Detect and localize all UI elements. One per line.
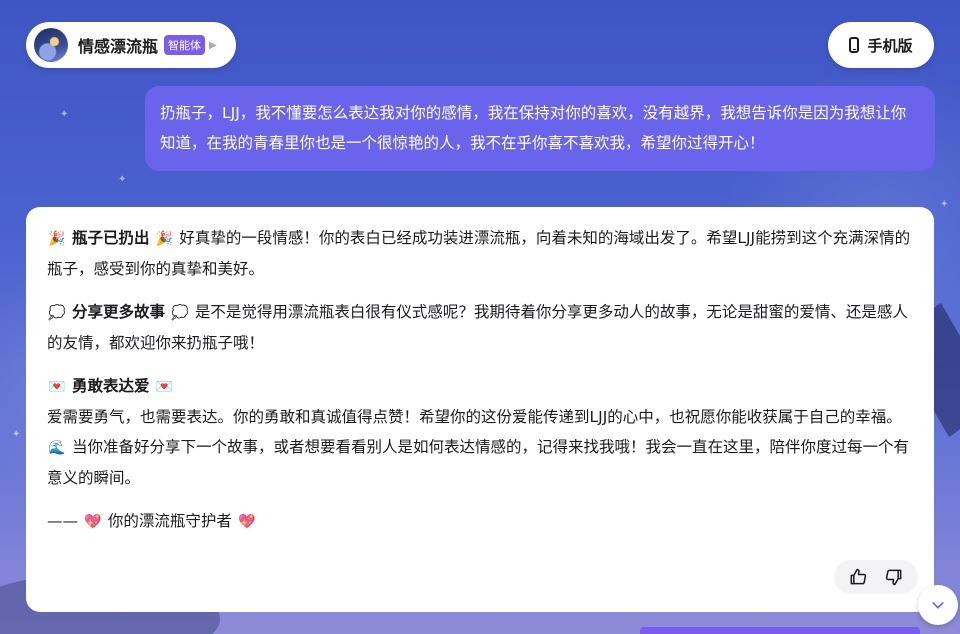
signature-line: —— 💖 你的漂流瓶守护者 💖 <box>47 506 914 537</box>
thought-bubble-icon: 💭 <box>48 305 66 321</box>
chevron-down-icon <box>932 602 944 609</box>
reply-section: 💌 勇敢表达爱 💌 爱需要勇气，也需要表达。你的勇敢和真诚值得点赞！希望你的这份… <box>47 371 914 493</box>
thumbs-down-icon[interactable] <box>882 565 906 589</box>
party-popper-icon: 🎉 <box>155 231 174 247</box>
sparkling-heart-icon: 💖 <box>84 514 102 530</box>
love-letter-icon: 💌 <box>155 379 174 395</box>
reply-section: 💭 分享更多故事 💭 是不是觉得用漂流瓶表白很有仪式感呢？我期待着你分享更多动人… <box>47 297 914 358</box>
mobile-version-button[interactable]: 手机版 <box>828 22 934 68</box>
scroll-to-bottom-button[interactable] <box>918 585 958 625</box>
agent-badge: 智能体 <box>164 35 206 55</box>
phone-icon <box>849 37 860 53</box>
star-decoration: ✦ <box>12 429 21 440</box>
signature-dash: —— <box>47 512 78 530</box>
mobile-version-label: 手机版 <box>867 36 913 55</box>
input-area-edge <box>640 627 920 634</box>
section-title: 勇敢表达爱 <box>71 377 150 395</box>
sparkling-heart-icon: 💖 <box>238 514 256 530</box>
thought-bubble-icon: 💭 <box>171 305 189 321</box>
chat-page: ✦ ✦ ✦ ✦ 情感漂流瓶 智能体 ▶ 手机版 扔瓶子，LJJ，我不懂要怎么表达… <box>0 0 960 634</box>
agent-info-button[interactable]: 情感漂流瓶 智能体 ▶ <box>26 22 236 68</box>
user-message-bubble: 扔瓶子，LJJ，我不懂要怎么表达我对你的感情，我在保持对你的喜欢，没有越界，我想… <box>145 86 935 171</box>
feedback-group <box>834 560 918 594</box>
star-decoration: ✦ <box>940 199 949 210</box>
agent-name: 情感漂流瓶 <box>78 37 159 56</box>
star-decoration: ✦ <box>118 174 127 185</box>
thumbs-up-icon[interactable] <box>846 565 870 589</box>
star-decoration: ✦ <box>60 109 69 120</box>
agent-avatar <box>34 28 68 62</box>
assistant-message-card: 🎉 瓶子已扔出 🎉 好真挚的一段情感！你的表白已经成功装进漂流瓶，向着未知的海域… <box>26 207 934 612</box>
party-popper-icon: 🎉 <box>48 231 66 247</box>
user-message-text: 扔瓶子，LJJ，我不懂要怎么表达我对你的感情，我在保持对你的喜欢，没有越界，我想… <box>160 104 907 152</box>
love-letter-icon: 💌 <box>48 379 66 395</box>
section-title: 分享更多故事 <box>71 303 165 321</box>
signature-text: 你的漂流瓶守护者 <box>107 512 232 530</box>
section-title: 瓶子已扔出 <box>71 229 150 247</box>
section-text-continued: 当你准备好分享下一个故事，或者想要看看别人是如何表达情感的，记得来找我哦！我会一… <box>47 438 909 487</box>
wave-icon: 🌊 <box>48 440 66 456</box>
reply-section: 🎉 瓶子已扔出 🎉 好真挚的一段情感！你的表白已经成功装进漂流瓶，向着未知的海域… <box>47 223 914 284</box>
section-text: 好真挚的一段情感！你的表白已经成功装进漂流瓶，向着未知的海域出发了。希望LJJ能… <box>47 229 911 278</box>
section-text: 爱需要勇气，也需要表达。你的勇敢和真诚值得点赞！希望你的这份爱能传递到LJJ的心… <box>47 408 902 426</box>
chevron-right-icon: ▶ <box>209 39 217 51</box>
